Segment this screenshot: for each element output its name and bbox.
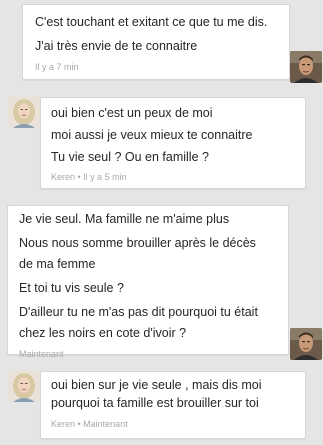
- message-text: J'ai très envie de te connaitre: [35, 39, 198, 53]
- message-text: oui bien sur je vie seule , mais dis moi: [51, 378, 262, 392]
- message-bubble-incoming: oui bien sur je vie seule , mais dis moi…: [40, 371, 306, 439]
- woman-avatar-icon[interactable]: [8, 370, 40, 402]
- message-bubble-incoming: oui bien c'est un peux de moi moi aussi …: [40, 97, 306, 189]
- message-bubble-outgoing: Je vie seul. Ma famille ne m'aime plus N…: [7, 205, 289, 359]
- message-text: Je vie seul. Ma famille ne m'aime plus: [19, 212, 230, 226]
- message-timestamp: Maintenant: [19, 349, 64, 359]
- message-bubble-outgoing: C'est touchant et exitant ce que tu me d…: [22, 4, 290, 80]
- man-avatar-icon[interactable]: [290, 328, 322, 360]
- message-text: Tu vie seul ? Ou en famille ?: [51, 150, 209, 164]
- message-text: D'ailleur tu ne m'as pas dit pourquoi tu…: [19, 305, 258, 319]
- message-timestamp: Keren • Maintenant: [51, 419, 128, 429]
- message-timestamp: Il y a 7 min: [35, 62, 79, 72]
- message-text: Et toi tu vis seule ?: [19, 281, 124, 295]
- man-avatar-icon[interactable]: [290, 51, 322, 83]
- message-text: moi aussi je veux mieux te connaitre: [51, 128, 253, 142]
- message-text: C'est touchant et exitant ce que tu me d…: [35, 15, 268, 29]
- message-timestamp: Keren • Il y a 5 min: [51, 172, 127, 182]
- message-text: chez les noirs en cote d'ivoir ?: [19, 326, 187, 340]
- message-text: de ma femme: [19, 257, 96, 271]
- message-text: pourquoi ta famille est brouiller sur to…: [51, 396, 259, 410]
- message-text: oui bien c'est un peux de moi: [51, 106, 213, 120]
- message-text: Nous nous somme brouiller après le décès: [19, 236, 256, 250]
- woman-avatar-icon[interactable]: [8, 96, 40, 128]
